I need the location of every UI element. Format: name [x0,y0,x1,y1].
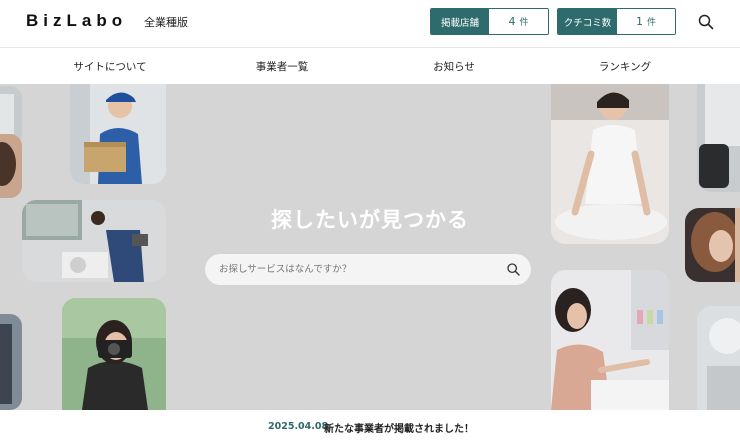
news-ticker: 2025.04.08 新たな事業者が掲載されました！ [0,410,740,440]
photo-camera-woman [62,298,166,410]
hero-title: 探したいが見つかる [271,208,469,232]
reviews-count: 1 [635,15,643,28]
reviews-value-box: 1 件 [616,9,675,34]
listed-shops-value-box: 4 件 [489,9,548,34]
nav-item-about[interactable]: サイトについて [73,59,146,74]
search-icon[interactable] [696,12,716,32]
site-header: BizLabo 全業種版 掲載店舗 4 件 クチコミ数 1 件 [0,0,740,48]
news-date: 2025.04.08 [268,421,329,432]
reviews-unit: 件 [646,18,656,28]
hero-section: 探したいが見つかる [0,84,740,410]
nav-item-ranking[interactable]: ランキング [599,59,651,74]
listed-shops-label: 掲載店舗 [431,9,490,34]
main-nav: サイトについて 事業者一覧 お知らせ ランキング [0,49,740,84]
edition-label: 全業種版 [144,16,188,29]
nav-item-business-list[interactable]: 事業者一覧 [256,59,309,74]
hero-search-bar [205,254,531,285]
reviews-label: クチコミ数 [558,9,617,34]
nav-item-news[interactable]: お知らせ [433,59,475,74]
listed-shops-count: 4 [508,15,516,28]
photo-left-edge-bottom [0,314,22,410]
site-logo[interactable]: BizLabo [26,11,127,31]
hero-search-input[interactable] [219,254,489,285]
photo-delivery-worker [70,84,166,184]
search-icon[interactable] [506,262,521,277]
photo-nail-artist [551,270,669,410]
listed-shops-unit: 件 [519,18,529,28]
news-link[interactable]: 新たな事業者が掲載されました！ [324,420,474,435]
photo-salon-interior [697,306,740,410]
reviews-stat: クチコミ数 1 件 [557,8,676,35]
photo-office-chair [697,84,740,192]
photo-left-edge-middle [0,134,22,198]
listed-shops-stat: 掲載店舗 4 件 [430,8,549,35]
